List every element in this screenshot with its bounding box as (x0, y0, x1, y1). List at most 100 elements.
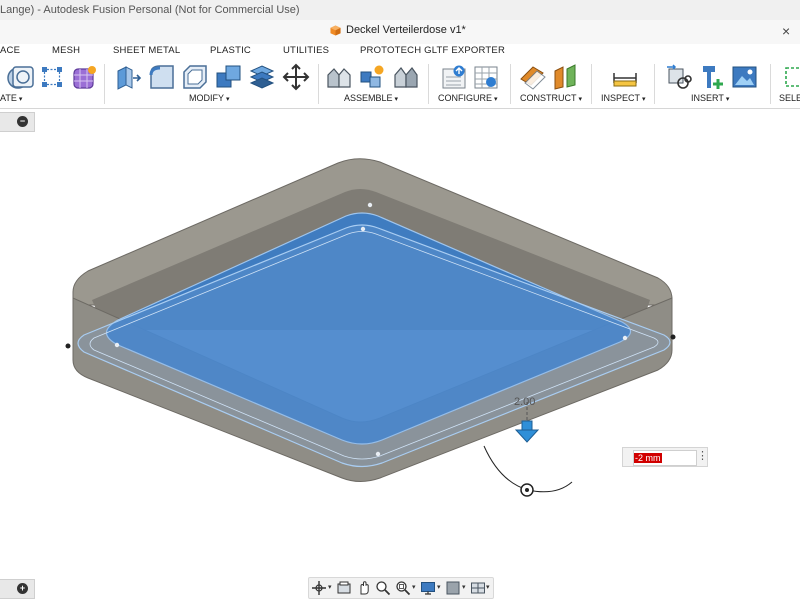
edge-endpoint[interactable] (65, 343, 71, 349)
offset-face-icon (249, 65, 275, 89)
as-built-joint-tool[interactable] (392, 63, 420, 91)
shell-tool[interactable] (181, 63, 209, 91)
ribbon-toolbar: ACE MESH SHEET METAL PLASTIC UTILITIES P… (0, 44, 800, 109)
sketch-points-icon (42, 67, 62, 87)
combine-icon (216, 65, 241, 88)
zoom-window-icon (396, 581, 411, 596)
look-at-icon (337, 581, 351, 594)
tab-plastic[interactable]: PLASTIC (210, 45, 251, 56)
edge-endpoint[interactable] (670, 334, 676, 340)
navigation-bar: ▾ ▾ ▾ ▾ ▾ (308, 577, 494, 599)
more-options-icon[interactable]: ⋮ (697, 449, 708, 462)
tab-sheet-metal[interactable]: SHEET METAL (113, 45, 180, 56)
select-tool[interactable] (783, 63, 800, 91)
vertex-point[interactable] (367, 202, 373, 208)
document-cube-icon (330, 24, 341, 36)
insert-menu[interactable]: INSERT ▾ (691, 93, 729, 103)
offset-plane-tool[interactable] (519, 63, 547, 91)
title-bar: Lange) - Autodesk Fusion Personal (Not f… (0, 0, 800, 21)
new-component-icon (360, 65, 384, 88)
fillet-tool[interactable] (148, 63, 176, 91)
group-separator (318, 64, 319, 104)
offset-face-tool[interactable] (248, 63, 276, 91)
zoom-window-button[interactable] (395, 580, 411, 596)
combine-tool[interactable] (215, 63, 243, 91)
group-separator (510, 64, 511, 104)
tab-surface[interactable]: ACE (0, 45, 20, 56)
joint-tool[interactable] (325, 63, 353, 91)
tab-utilities[interactable]: UTILITIES (283, 45, 329, 56)
inspect-menu[interactable]: INSPECT ▾ (601, 93, 646, 103)
viewports-button[interactable] (470, 580, 486, 596)
vertex-point[interactable] (360, 226, 366, 232)
grid-button[interactable] (445, 580, 461, 596)
configure-table-icon (474, 66, 498, 89)
form-tool[interactable] (71, 63, 99, 91)
display-settings-button[interactable] (420, 580, 436, 596)
dimension-value[interactable]: -2 mm (634, 453, 662, 463)
coil-tool[interactable] (9, 63, 34, 91)
select-menu[interactable]: SELE (779, 93, 800, 103)
insert-derive-tool[interactable] (665, 63, 693, 91)
group-separator (591, 64, 592, 104)
viewports-caret[interactable]: ▾ (486, 583, 490, 591)
group-separator (770, 64, 771, 104)
joint-icon (327, 68, 351, 88)
midplane-tool[interactable] (552, 63, 580, 91)
group-separator (428, 64, 429, 104)
zoom-button[interactable] (375, 580, 391, 596)
construct-menu[interactable]: CONSTRUCT ▾ (520, 93, 582, 103)
zoom-caret[interactable]: ▾ (412, 583, 416, 591)
document-tab-title: Deckel Verteilerdose v1* (346, 24, 466, 36)
grid-icon (446, 581, 460, 595)
close-document-button[interactable]: × (782, 23, 790, 39)
new-component-tool[interactable] (358, 63, 386, 91)
canvas-viewport[interactable]: 2.00 (0, 110, 800, 600)
move-tool[interactable] (282, 63, 310, 91)
vertex-point[interactable] (114, 342, 120, 348)
zoom-icon (376, 581, 391, 596)
dimension-input-box: -2 mm ⋮ (622, 447, 708, 467)
insert-mcmaster-tool[interactable] (698, 63, 726, 91)
pan-button[interactable] (356, 580, 372, 596)
expand-comments-button[interactable]: + (17, 583, 28, 594)
rotation-handle-dot (525, 488, 529, 492)
group-separator (104, 64, 105, 104)
select-icon (785, 67, 800, 87)
grid-caret[interactable]: ▾ (462, 583, 466, 591)
configure-tool[interactable] (441, 63, 469, 91)
configure-menu[interactable]: CONFIGURE ▾ (438, 93, 498, 103)
create-menu[interactable]: ATE ▾ (0, 93, 22, 103)
display-caret[interactable]: ▾ (437, 583, 441, 591)
configure-icon (442, 65, 466, 89)
sketch-points-tool[interactable] (38, 63, 66, 91)
move-icon (282, 63, 310, 91)
viewports-icon (471, 582, 485, 594)
window-title: Lange) - Autodesk Fusion Personal (Not f… (0, 4, 300, 16)
vertex-point[interactable] (622, 335, 628, 341)
comments-panel-collapsed[interactable]: + (0, 579, 35, 599)
dimension-value-field[interactable]: -2 mm (633, 450, 697, 466)
measure-tool[interactable] (611, 63, 639, 91)
insert-image-tool[interactable] (731, 63, 759, 91)
tab-prototech-gltf-exporter[interactable]: PROTOTECH GLTF EXPORTER (360, 45, 505, 56)
form-icon (73, 66, 96, 89)
shell-icon (183, 65, 207, 89)
fillet-icon (149, 65, 174, 89)
orbit-caret[interactable]: ▾ (328, 583, 332, 591)
look-at-button[interactable] (336, 580, 352, 596)
tab-mesh[interactable]: MESH (52, 45, 80, 56)
document-tab[interactable]: Deckel Verteilerdose v1* (330, 24, 466, 36)
document-tab-bar: Deckel Verteilerdose v1* × (0, 20, 800, 45)
midplane-icon (554, 64, 576, 90)
press-pull-tool[interactable] (114, 63, 142, 91)
vertex-point[interactable] (375, 451, 381, 457)
orbit-button[interactable] (311, 580, 327, 596)
insert-mcmaster-icon (703, 66, 723, 89)
modify-menu[interactable]: MODIFY ▾ (189, 93, 230, 103)
coil-icon (12, 66, 34, 88)
assemble-menu[interactable]: ASSEMBLE ▾ (344, 93, 398, 103)
configure-table-tool[interactable] (473, 63, 501, 91)
display-settings-icon (421, 582, 435, 595)
model-canvas[interactable] (0, 110, 800, 600)
